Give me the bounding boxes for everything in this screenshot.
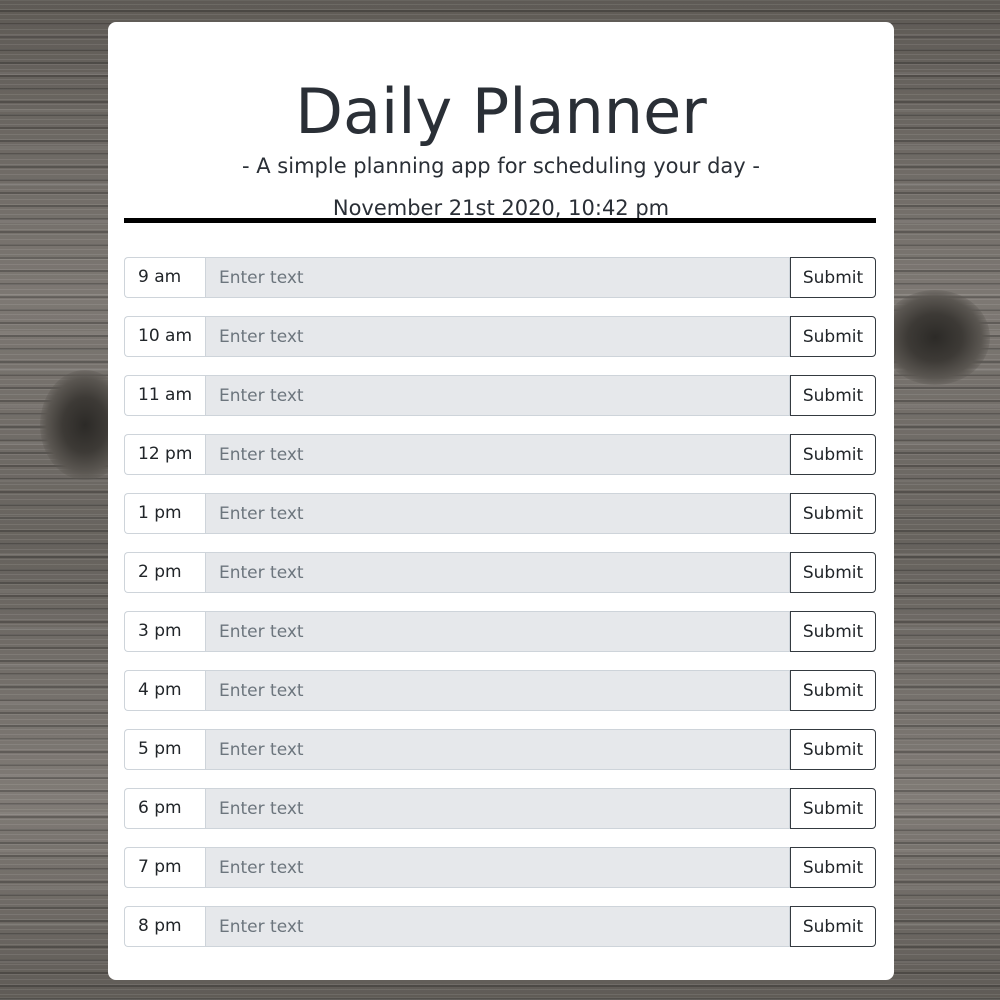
task-input[interactable] [205, 611, 790, 652]
task-input[interactable] [205, 729, 790, 770]
hour-label: 1 pm [124, 493, 205, 534]
time-block-list: 9 am Submit 10 am Submit 11 am Submit 12… [124, 257, 876, 965]
time-block-row: 3 pm Submit [124, 611, 876, 652]
hour-label: 8 pm [124, 906, 205, 947]
hour-label: 12 pm [124, 434, 205, 475]
task-input[interactable] [205, 552, 790, 593]
task-input[interactable] [205, 434, 790, 475]
submit-button[interactable]: Submit [790, 906, 876, 947]
time-block-row: 9 am Submit [124, 257, 876, 298]
hour-label: 10 am [124, 316, 205, 357]
submit-button[interactable]: Submit [790, 434, 876, 475]
page-title: Daily Planner [295, 75, 707, 148]
time-block-row: 4 pm Submit [124, 670, 876, 711]
submit-button[interactable]: Submit [790, 552, 876, 593]
time-block-row: 2 pm Submit [124, 552, 876, 593]
task-input[interactable] [205, 257, 790, 298]
time-block-row: 6 pm Submit [124, 788, 876, 829]
wood-knot-right [880, 290, 990, 385]
time-block-row: 8 pm Submit [124, 906, 876, 947]
planner-card: Daily Planner - A simple planning app fo… [108, 22, 894, 980]
time-block-row: 5 pm Submit [124, 729, 876, 770]
hour-label: 3 pm [124, 611, 205, 652]
submit-button[interactable]: Submit [790, 316, 876, 357]
task-input[interactable] [205, 906, 790, 947]
task-input[interactable] [205, 670, 790, 711]
submit-button[interactable]: Submit [790, 611, 876, 652]
hour-label: 2 pm [124, 552, 205, 593]
time-block-row: 12 pm Submit [124, 434, 876, 475]
submit-button[interactable]: Submit [790, 847, 876, 888]
time-block-row: 11 am Submit [124, 375, 876, 416]
hour-label: 11 am [124, 375, 205, 416]
submit-button[interactable]: Submit [790, 670, 876, 711]
submit-button[interactable]: Submit [790, 729, 876, 770]
header-divider [124, 218, 876, 223]
task-input[interactable] [205, 375, 790, 416]
time-block-row: 10 am Submit [124, 316, 876, 357]
task-input[interactable] [205, 847, 790, 888]
time-block-row: 7 pm Submit [124, 847, 876, 888]
task-input[interactable] [205, 788, 790, 829]
page-subtitle: - A simple planning app for scheduling y… [242, 154, 760, 178]
task-input[interactable] [205, 316, 790, 357]
submit-button[interactable]: Submit [790, 493, 876, 534]
hour-label: 5 pm [124, 729, 205, 770]
hour-label: 4 pm [124, 670, 205, 711]
hour-label: 6 pm [124, 788, 205, 829]
hour-label: 7 pm [124, 847, 205, 888]
hour-label: 9 am [124, 257, 205, 298]
time-block-row: 1 pm Submit [124, 493, 876, 534]
task-input[interactable] [205, 493, 790, 534]
submit-button[interactable]: Submit [790, 257, 876, 298]
submit-button[interactable]: Submit [790, 788, 876, 829]
submit-button[interactable]: Submit [790, 375, 876, 416]
